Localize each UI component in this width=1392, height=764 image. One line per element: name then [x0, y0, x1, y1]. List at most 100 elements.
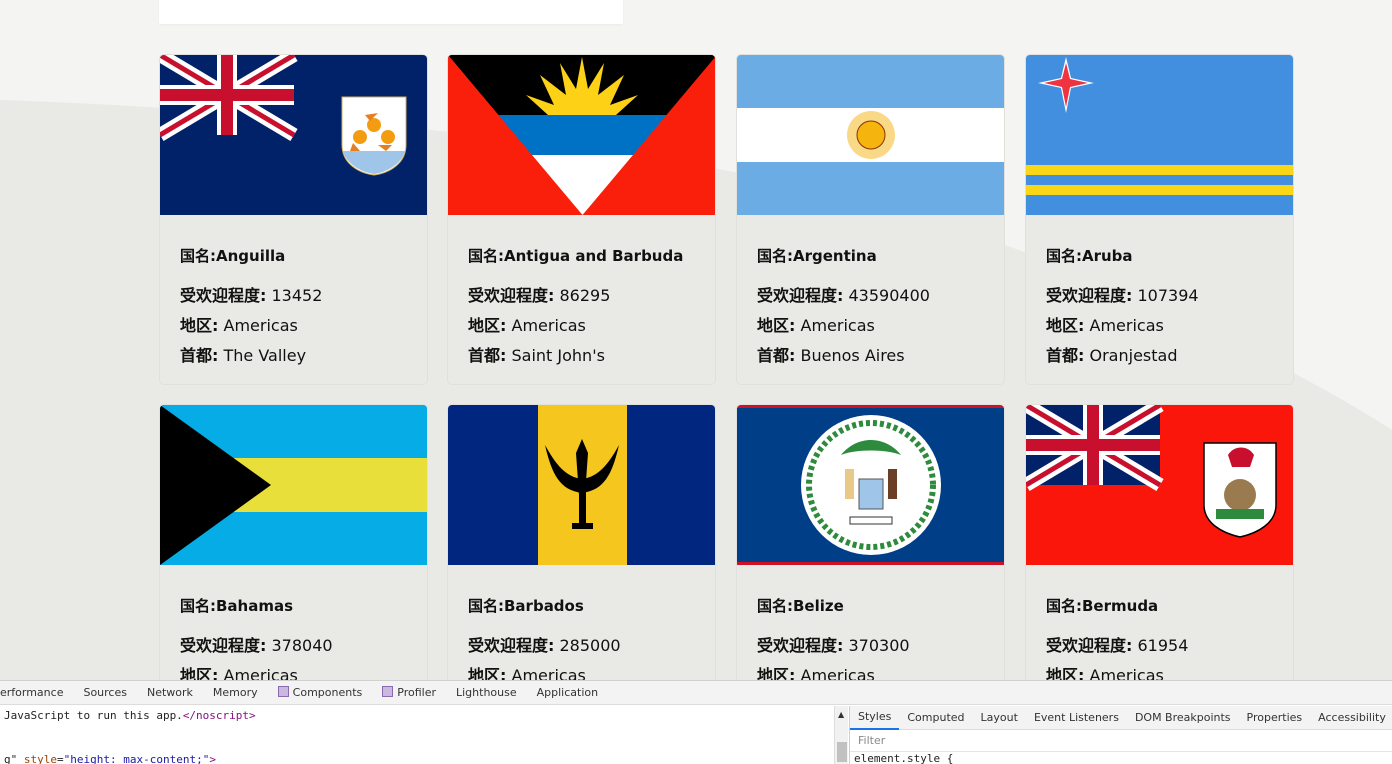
element-style-rule[interactable]: element.style {: [850, 752, 1392, 764]
scroll-up-icon[interactable]: ▲: [838, 710, 844, 719]
region-label: 地区:: [757, 316, 796, 335]
styles-pane: Styles Computed Layout Event Listeners D…: [849, 706, 1392, 764]
tab-memory[interactable]: Memory: [203, 681, 268, 705]
country-card[interactable]: 国名:Anguilla 受欢迎程度: 13452 地区: Americas 首都…: [159, 54, 428, 385]
popularity-row: 受欢迎程度: 107394: [1046, 281, 1273, 311]
popularity-value: 370300: [848, 636, 910, 655]
antigua-flag: [448, 55, 715, 215]
name-value: Bermuda: [1082, 597, 1159, 615]
devtools-tabs: erformance Sources Network Memory Compon…: [0, 681, 1392, 705]
popularity-label: 受欢迎程度:: [1046, 636, 1133, 655]
popularity-value: 13452: [271, 286, 323, 305]
country-card[interactable]: 国名:Aruba 受欢迎程度: 107394 地区: Americas 首都: …: [1025, 54, 1294, 385]
region-value: Americas: [800, 316, 875, 335]
react-icon: [277, 685, 289, 697]
region-label: 地区:: [1046, 316, 1085, 335]
country-name: 国名:Aruba: [1046, 246, 1273, 266]
country-card[interactable]: 国名:Argentina 受欢迎程度: 43590400 地区: America…: [736, 54, 1005, 385]
argentina-flag: [737, 55, 1004, 215]
capital-value: The Valley: [223, 346, 307, 365]
tab-performance[interactable]: erformance: [0, 681, 73, 705]
aruba-flag: [1026, 55, 1293, 215]
capital-row: 首都: Oranjestad: [1046, 341, 1273, 371]
code-tag: </noscript>: [182, 709, 256, 722]
region-label: 地区:: [468, 316, 507, 335]
code-line[interactable]: g" style="height: max-content;">: [4, 753, 216, 764]
popularity-value: 61954: [1137, 636, 1189, 655]
styles-tabs: Styles Computed Layout Event Listeners D…: [850, 706, 1392, 730]
country-name: 国名:Anguilla: [180, 246, 407, 266]
country-name: 国名:Belize: [757, 596, 984, 616]
name-value: Anguilla: [216, 247, 286, 265]
tab-profiler-label: Profiler: [397, 685, 436, 699]
tab-profiler[interactable]: Profiler: [372, 681, 446, 705]
name-label: 国名:: [180, 597, 216, 615]
tab-properties[interactable]: Properties: [1239, 706, 1311, 730]
elements-tree[interactable]: JavaScript to run this app.</noscript> g…: [0, 706, 834, 764]
tab-sources[interactable]: Sources: [73, 681, 137, 705]
tab-lighthouse[interactable]: Lighthouse: [446, 681, 527, 705]
region-value: Americas: [223, 316, 298, 335]
popularity-row: 受欢迎程度: 370300: [757, 631, 984, 661]
popularity-row: 受欢迎程度: 378040: [180, 631, 407, 661]
code-text: g": [4, 753, 18, 764]
name-label: 国名:: [180, 247, 216, 265]
scroll-thumb[interactable]: [837, 742, 847, 762]
country-name: 国名:Argentina: [757, 246, 984, 266]
country-name: 国名:Bermuda: [1046, 596, 1273, 616]
code-tag: >: [209, 753, 216, 764]
search-box[interactable]: [159, 0, 623, 24]
capital-row: 首都: Buenos Aires: [757, 341, 984, 371]
name-value: Antigua and Barbuda: [504, 247, 684, 265]
scrollbar[interactable]: ▲: [834, 706, 848, 764]
country-name: 国名:Antigua and Barbuda: [468, 246, 695, 266]
name-value: Aruba: [1082, 247, 1133, 265]
capital-label: 首都:: [468, 346, 507, 365]
popularity-label: 受欢迎程度:: [468, 286, 555, 305]
name-label: 国名:: [757, 597, 793, 615]
code-attr: style: [23, 753, 57, 764]
region-row: 地区: Americas: [757, 311, 984, 341]
code-text: JavaScript to run this app.: [4, 709, 183, 722]
capital-label: 首都:: [757, 346, 796, 365]
popularity-label: 受欢迎程度:: [1046, 286, 1133, 305]
tab-computed[interactable]: Computed: [899, 706, 972, 730]
capital-label: 首都:: [1046, 346, 1085, 365]
code-value: "height: max-content;": [63, 753, 210, 764]
capital-row: 首都: The Valley: [180, 341, 407, 371]
tab-dom-breakpoints[interactable]: DOM Breakpoints: [1127, 706, 1239, 730]
popularity-value: 107394: [1137, 286, 1199, 305]
region-row: 地区: Americas: [180, 311, 407, 341]
tab-application[interactable]: Application: [527, 681, 608, 705]
country-card[interactable]: 国名:Antigua and Barbuda 受欢迎程度: 86295 地区: …: [447, 54, 716, 385]
bermuda-flag: [1026, 405, 1293, 565]
code-line[interactable]: JavaScript to run this app.</noscript>: [4, 709, 256, 722]
region-row: 地区: Americas: [1046, 311, 1273, 341]
region-value: Americas: [1089, 316, 1164, 335]
country-name: 国名:Barbados: [468, 596, 695, 616]
barbados-flag: [448, 405, 715, 565]
tab-components[interactable]: Components: [268, 681, 373, 705]
popularity-value: 285000: [559, 636, 621, 655]
bahamas-flag: [160, 405, 427, 565]
filter-input[interactable]: Filter: [850, 730, 1392, 752]
popularity-value: 86295: [559, 286, 611, 305]
tab-accessibility[interactable]: Accessibility: [1310, 706, 1392, 730]
country-name: 国名:Bahamas: [180, 596, 407, 616]
capital-value: Oranjestad: [1089, 346, 1178, 365]
popularity-label: 受欢迎程度:: [757, 636, 844, 655]
popularity-label: 受欢迎程度:: [757, 286, 844, 305]
tab-event-listeners[interactable]: Event Listeners: [1026, 706, 1127, 730]
popularity-row: 受欢迎程度: 86295: [468, 281, 695, 311]
popularity-row: 受欢迎程度: 285000: [468, 631, 695, 661]
popularity-row: 受欢迎程度: 13452: [180, 281, 407, 311]
name-label: 国名:: [468, 247, 504, 265]
tab-network[interactable]: Network: [137, 681, 203, 705]
capital-value: Saint John's: [511, 346, 605, 365]
name-label: 国名:: [468, 597, 504, 615]
tab-styles[interactable]: Styles: [850, 706, 900, 730]
react-icon: [382, 685, 394, 697]
anguilla-flag: [160, 55, 427, 215]
tab-layout[interactable]: Layout: [973, 706, 1026, 730]
belize-flag: [737, 405, 1004, 565]
